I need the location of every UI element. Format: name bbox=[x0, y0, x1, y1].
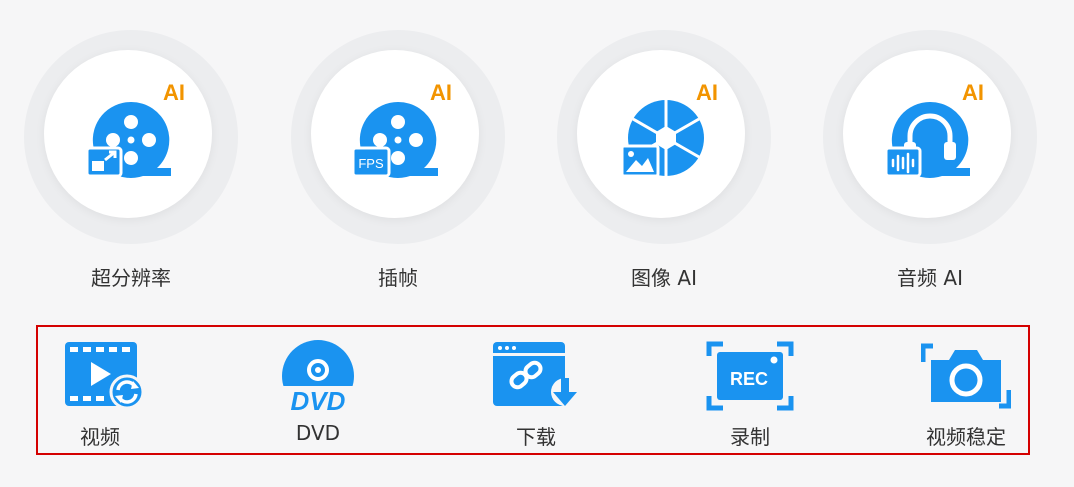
camera-stabilize-icon bbox=[921, 343, 1011, 409]
tool-label: 录制 bbox=[730, 425, 770, 449]
tool-dvd[interactable]: DVD DVD bbox=[248, 340, 388, 450]
ai-tool-image-ai[interactable]: AI 图像 AI bbox=[554, 30, 774, 300]
dvd-disc-icon: DVD bbox=[275, 340, 361, 412]
tool-stabilize[interactable]: 视频稳定 bbox=[896, 340, 1036, 450]
ai-badge: AI bbox=[430, 80, 452, 105]
ai-tool-label: 超分辨率 bbox=[91, 266, 171, 290]
video-convert-icon bbox=[65, 342, 145, 410]
ai-tool-super-resolution[interactable]: AI 超分辨率 bbox=[21, 30, 241, 300]
rec-text: REC bbox=[730, 369, 768, 389]
ai-badge: AI bbox=[962, 80, 984, 105]
dvd-logo-text: DVD bbox=[291, 386, 346, 412]
tool-label: 下载 bbox=[516, 425, 556, 449]
ai-tool-frame-interpolation[interactable]: FPS AI 插帧 bbox=[288, 30, 508, 300]
ai-tool-label: 插帧 bbox=[378, 266, 418, 290]
tool-record[interactable]: REC 录制 bbox=[680, 340, 820, 450]
tool-download[interactable]: 下载 bbox=[466, 340, 606, 450]
svg-text:FPS: FPS bbox=[358, 156, 384, 171]
ai-badge: AI bbox=[696, 80, 718, 105]
ai-tool-label: 图像 AI bbox=[631, 266, 697, 290]
ai-tool-label: 音频 AI bbox=[897, 266, 963, 290]
rec-record-icon: REC bbox=[706, 341, 794, 411]
tool-label: 视频 bbox=[80, 425, 120, 449]
ai-badge: AI bbox=[163, 80, 185, 105]
tool-label: 视频稳定 bbox=[926, 425, 1006, 449]
ai-tool-audio-ai[interactable]: AI 音频 AI bbox=[820, 30, 1040, 300]
link-download-icon bbox=[493, 342, 579, 406]
tool-label: DVD bbox=[295, 421, 341, 445]
tool-video[interactable]: 视频 bbox=[30, 340, 170, 450]
